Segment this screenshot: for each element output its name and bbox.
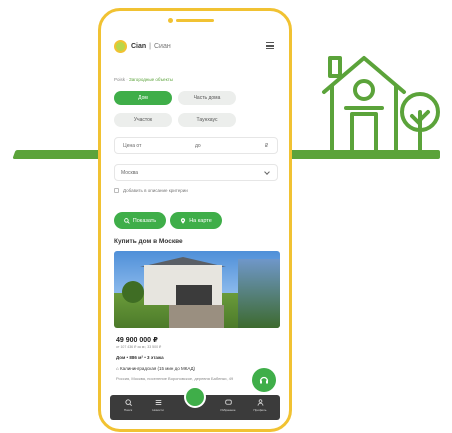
breadcrumb-item-current[interactable]: Загородные объекты (129, 77, 173, 82)
chip-house[interactable]: Дом (114, 91, 172, 105)
listing-price-per-m2: от 107 436 ₽ за м², 33 500 ₽ (116, 345, 162, 349)
bottom-nav: Поиск Новости Избранное Профиль (110, 386, 280, 420)
search-icon (123, 217, 130, 224)
brand-name[interactable]: Cian (131, 43, 146, 50)
nav-item-search[interactable]: Поиск (116, 399, 140, 412)
location-value: Москва (121, 170, 139, 176)
chevron-down-icon (264, 169, 270, 175)
price-from-label[interactable]: Цена от (123, 143, 141, 149)
criteria-checkbox-label: Добавить в описание критерии (123, 188, 188, 193)
section-title: Купить дом в Москве (114, 238, 183, 245)
chip-house-part[interactable]: Часть дома (178, 91, 236, 105)
nav-item-favorites[interactable]: Избранное (216, 399, 240, 412)
map-pin-icon (181, 217, 186, 224)
house-illustration-icon (322, 56, 440, 154)
hamburger-menu-icon[interactable] (266, 42, 274, 49)
criteria-checkbox[interactable] (114, 188, 119, 193)
listing-metro: ⌂ Калининградская (15 мин до МКАД) (116, 366, 196, 371)
breadcrumb-separator: · (126, 77, 128, 82)
chip-plot[interactable]: Участок (114, 113, 172, 127)
nav-label-news: Новости (152, 408, 164, 412)
listing-photo[interactable] (114, 251, 280, 328)
show-on-map-label: На карте (189, 217, 212, 224)
phone-speaker (176, 19, 214, 22)
listing-address: Россия, Москва, поселение Вороновское, д… (116, 376, 234, 381)
nav-item-news[interactable]: Новости (146, 399, 170, 412)
show-results-button[interactable]: Показать (114, 212, 166, 229)
phone-mockup: Cian | Сиан Poisk · Загородные объекты Д… (98, 8, 292, 432)
chip-townhouse[interactable]: Таунхаус (178, 113, 236, 127)
support-headset-icon (259, 376, 269, 384)
show-results-label: Показать (132, 217, 157, 224)
currency-label: ₽ (265, 143, 269, 149)
list-icon (155, 399, 161, 406)
profile-icon (257, 399, 263, 406)
app-header: Cian | Сиан (110, 33, 280, 59)
sun-logo-icon[interactable] (114, 39, 127, 53)
app-screen: Cian | Сиан Poisk · Загородные объекты Д… (110, 33, 280, 420)
price-to-label[interactable]: до (195, 143, 201, 149)
promo-scene: Cian | Сиан Poisk · Загородные объекты Д… (0, 0, 452, 433)
listing-specs: Дом • 886 м² • 3 этажа (116, 355, 164, 360)
location-select[interactable]: Москва (114, 164, 278, 181)
chat-icon (224, 399, 232, 405)
brand-sub: Сиан (154, 42, 171, 50)
ground-line-left (12, 150, 108, 159)
metro-icon: ⌂ (116, 366, 119, 371)
nav-center-fab[interactable] (184, 386, 206, 408)
price-range-field[interactable]: Цена от до ₽ (114, 137, 278, 154)
phone-camera (168, 18, 173, 23)
nav-item-profile[interactable]: Профиль (248, 399, 272, 412)
nav-label-search: Поиск (123, 408, 133, 412)
chat-fab-button[interactable] (252, 368, 276, 392)
search-icon (124, 399, 132, 406)
criteria-checkbox-row[interactable]: Добавить в описание критерии (114, 188, 188, 193)
nav-label-favorites: Избранное (220, 408, 236, 412)
breadcrumb: Poisk · Загородные объекты (114, 77, 173, 82)
breadcrumb-item-search[interactable]: Poisk (114, 77, 125, 82)
show-on-map-button[interactable]: На карте (170, 212, 222, 229)
listing-price: 49 900 000 ₽ (116, 337, 158, 344)
nav-label-profile: Профиль (253, 408, 267, 412)
brand-separator: | (149, 42, 151, 50)
